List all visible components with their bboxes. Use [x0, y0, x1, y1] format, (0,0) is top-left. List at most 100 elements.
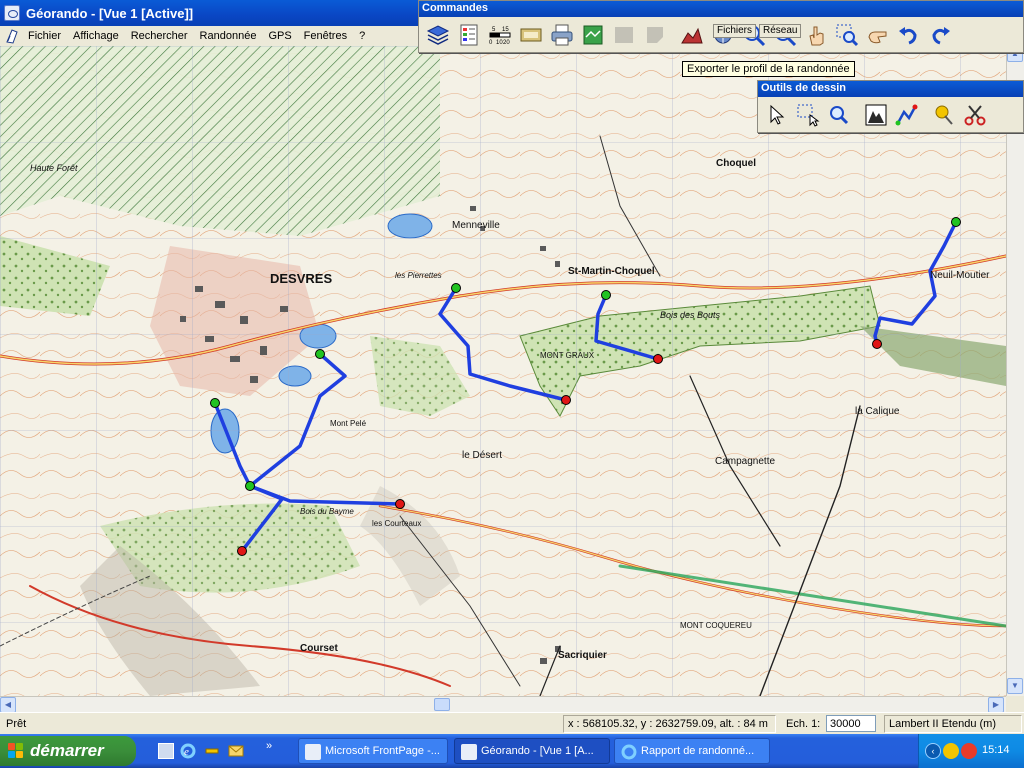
tray-app-icon[interactable] [943, 743, 959, 759]
svg-text:15: 15 [502, 27, 509, 33]
menu-randonnee[interactable]: Randonnée [194, 30, 263, 42]
elevation-profile-button[interactable] [677, 20, 706, 50]
cut-route-button[interactable] [960, 100, 989, 130]
scroll-down-arrow-icon[interactable]: ▼ [1007, 678, 1023, 694]
commandes-toolbar[interactable]: Commandes 5 15 0 10 20 Fichiers Réseau [418, 0, 1024, 53]
map-export-icon [583, 25, 602, 45]
rectangle-select-button[interactable] [793, 100, 822, 130]
start-button[interactable]: démarrer [0, 736, 136, 766]
cursor-coordinates: x : 568105.32, y : 2632759.09, alt. : 84… [563, 715, 776, 733]
elevation-profile-icon [680, 27, 703, 44]
windows-taskbar: démarrer e » Microsoft FrontPage -... Gé… [0, 734, 1024, 768]
map-frame-button[interactable] [516, 20, 545, 50]
place-label: les Courteaux [372, 519, 421, 528]
menu-bar: Fichier Affichage Rechercher Randonnée G… [0, 26, 420, 46]
pin-waypoint-button[interactable] [929, 100, 958, 130]
grab-map-button[interactable] [863, 20, 892, 50]
georando-icon [461, 744, 477, 760]
scroll-right-arrow-icon[interactable]: ▶ [988, 697, 1004, 713]
route-start-marker[interactable] [315, 349, 325, 359]
outlook-icon[interactable] [228, 743, 244, 759]
route-end-marker[interactable] [395, 499, 405, 509]
route-end-marker[interactable] [237, 546, 247, 556]
tab-reseau[interactable]: Réseau [759, 24, 802, 38]
route-start-marker[interactable] [210, 398, 220, 408]
undo-arrow-icon [898, 27, 917, 45]
quicklaunch-tool-icon[interactable] [204, 743, 220, 759]
print-button[interactable] [547, 20, 576, 50]
quicklaunch-overflow-icon[interactable]: » [266, 740, 272, 752]
landscape-button[interactable] [861, 100, 890, 130]
undo-button[interactable] [894, 20, 923, 50]
legend-icon [460, 24, 477, 46]
tray-security-icon[interactable] [961, 743, 977, 759]
menu-help[interactable]: ? [353, 30, 371, 42]
route-end-marker[interactable] [653, 354, 663, 364]
scale-bar-button[interactable]: 5 15 0 10 20 [485, 20, 514, 50]
draw-route-button[interactable] [892, 100, 921, 130]
map-canvas[interactable]: DESVRES Menneville St-Martin-Choquel Boi… [0, 46, 1006, 696]
menu-affichage[interactable]: Affichage [67, 30, 125, 42]
route-start-marker[interactable] [601, 290, 611, 300]
menu-gps[interactable]: GPS [262, 30, 297, 42]
show-desktop-icon[interactable] [158, 743, 174, 759]
internet-explorer-icon[interactable]: e [180, 743, 196, 759]
redo-arrow-icon [931, 27, 950, 45]
rectangle-select-icon [797, 104, 819, 127]
route-draw-icon [895, 104, 917, 126]
vertical-scrollbar[interactable]: ▲ ▼ [1006, 46, 1024, 696]
scale-input[interactable] [826, 715, 876, 732]
horizontal-scrollbar[interactable]: ◀ ▶ [0, 696, 1006, 713]
place-label: la Calique [855, 406, 900, 417]
route-start-marker[interactable] [245, 481, 255, 491]
internet-explorer-icon [621, 744, 637, 760]
menu-rechercher[interactable]: Rechercher [125, 30, 194, 42]
place-label: Choquel [716, 158, 756, 169]
place-label: Sacriquier [558, 650, 607, 661]
route-start-marker[interactable] [951, 217, 961, 227]
task-frontpage[interactable]: Microsoft FrontPage -... [298, 738, 448, 764]
route-end-marker[interactable] [872, 339, 882, 349]
route-start-marker[interactable] [451, 283, 461, 293]
document-icon [4, 28, 20, 44]
frontpage-icon [305, 744, 321, 760]
status-ready: Prêt [6, 718, 27, 730]
place-label: les Pierrettes [395, 271, 442, 280]
place-label: DESVRES [270, 271, 332, 286]
redo-button[interactable] [925, 20, 954, 50]
place-label: Haute Forêt [30, 163, 78, 173]
task-rapport[interactable]: Rapport de randonné... [614, 738, 770, 764]
windows-logo-icon [8, 743, 24, 759]
projection-label: Lambert II Etendu (m) [884, 715, 1022, 733]
zoom-select-button[interactable] [824, 100, 853, 130]
menu-fenetres[interactable]: Fenêtres [298, 30, 353, 42]
route-end-marker[interactable] [561, 395, 571, 405]
layers-icon [426, 25, 449, 45]
scroll-left-arrow-icon[interactable]: ◀ [0, 697, 16, 713]
tab-fichiers[interactable]: Fichiers [713, 24, 757, 38]
hand-pointer-icon [808, 26, 823, 46]
svg-text:5: 5 [492, 27, 496, 33]
horizontal-scroll-thumb[interactable] [434, 698, 450, 711]
legend-button[interactable] [454, 20, 483, 50]
place-label: le Désert [462, 450, 502, 461]
task-label: Rapport de randonné... [641, 745, 755, 757]
place-label: Courset [300, 643, 338, 654]
pan-button[interactable] [801, 20, 830, 50]
task-georando[interactable]: Géorando - [Vue 1 [A... [454, 738, 610, 764]
menu-fichier[interactable]: Fichier [22, 30, 67, 42]
select-tool-button[interactable] [762, 100, 791, 130]
place-label: Bois des Bouts [660, 310, 721, 320]
drawing-tools-toolbar[interactable]: Outils de dessin [757, 80, 1024, 133]
place-label: Mont Pelé [330, 419, 367, 428]
drawing-tools-title[interactable]: Outils de dessin [758, 81, 1023, 97]
commandes-toolbar-title[interactable]: Commandes [419, 1, 1023, 17]
layers-button[interactable] [423, 20, 452, 50]
export-map-button[interactable] [578, 20, 607, 50]
place-label: Neuil-Moutier [930, 270, 990, 281]
scissors-icon [964, 105, 985, 126]
tray-expand-icon[interactable]: ‹ [925, 743, 941, 759]
svg-text:e: e [184, 746, 189, 758]
zoom-window-button[interactable] [832, 20, 861, 50]
topographic-map-view[interactable]: DESVRES Menneville St-Martin-Choquel Boi… [0, 46, 1006, 696]
